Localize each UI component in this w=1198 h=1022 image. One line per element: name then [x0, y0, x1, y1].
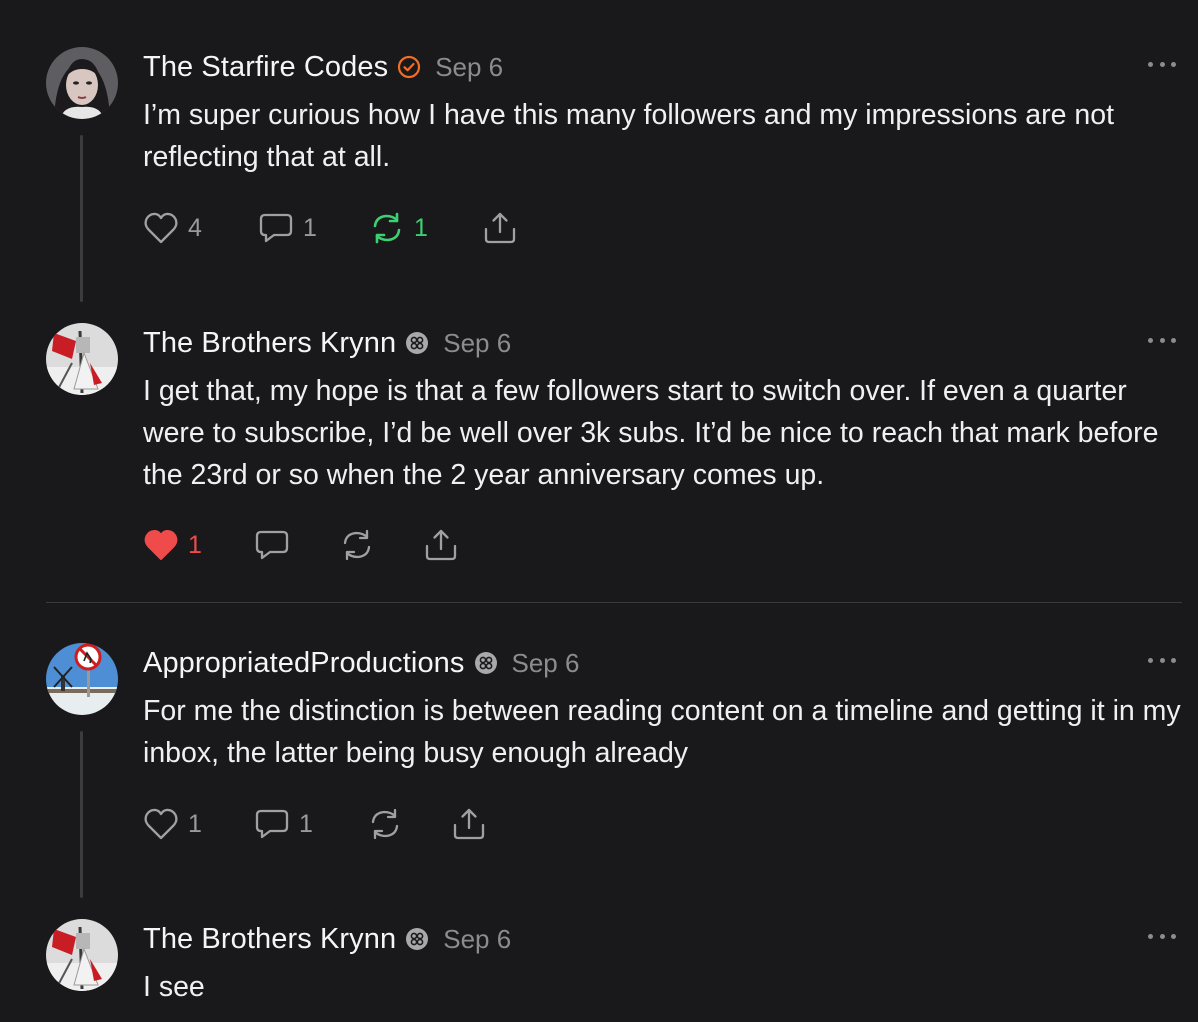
author-name[interactable]: AppropriatedProductions [143, 647, 465, 680]
like-button[interactable]: 1 [143, 527, 202, 563]
restack-icon [371, 808, 399, 840]
more-options-icon[interactable] [1148, 59, 1176, 69]
like-count: 1 [188, 530, 202, 559]
post-date[interactable]: Sep 6 [512, 648, 580, 679]
more-options-icon[interactable] [1148, 931, 1176, 941]
substack-badge-icon [405, 331, 429, 355]
avatar[interactable] [46, 643, 118, 715]
heart-filled-icon [144, 529, 178, 560]
thread-divider [46, 602, 1182, 603]
comment-button[interactable]: 1 [258, 210, 317, 246]
note-actions: 1 1 [143, 806, 843, 842]
share-icon [425, 529, 457, 561]
share-icon [484, 212, 516, 244]
author-name[interactable]: The Brothers Krynn [143, 327, 396, 360]
note-actions: 1 [143, 527, 843, 563]
more-options-icon[interactable] [1148, 335, 1176, 345]
note-header: The Brothers Krynn Sep 6 [143, 921, 511, 957]
restack-button[interactable] [339, 527, 375, 563]
more-options-icon[interactable] [1148, 655, 1176, 665]
restack-button[interactable]: 1 [369, 210, 428, 246]
substack-badge-icon [474, 651, 498, 675]
post-date[interactable]: Sep 6 [443, 328, 511, 359]
comment-button[interactable] [254, 527, 290, 563]
share-icon [453, 808, 485, 840]
restack-count: 1 [414, 213, 428, 242]
avatar[interactable] [46, 323, 118, 395]
author-name[interactable]: The Brothers Krynn [143, 923, 396, 956]
share-button[interactable] [423, 527, 459, 563]
note-actions: 4 1 1 [143, 210, 843, 246]
notes-feed: The Starfire Codes Sep 6 I’m super curio… [0, 0, 1198, 1022]
post-date[interactable]: Sep 6 [435, 52, 503, 83]
comment-button[interactable]: 1 [254, 806, 313, 842]
restack-button[interactable] [367, 806, 403, 842]
author-name[interactable]: The Starfire Codes [143, 51, 388, 84]
restack-icon [373, 212, 401, 244]
note-body: For me the distinction is between readin… [143, 695, 1181, 769]
like-button[interactable]: 1 [143, 806, 202, 842]
thread-line [80, 135, 83, 302]
thread-line [80, 731, 83, 898]
like-count: 1 [188, 809, 202, 838]
substack-badge-icon [405, 927, 429, 951]
verified-check-icon [397, 55, 421, 79]
note-body: I’m super curious how I have this many f… [143, 99, 1114, 173]
comment-count: 1 [299, 809, 313, 838]
note-body: I see [143, 971, 205, 1003]
comment-count: 1 [303, 213, 317, 242]
post-date[interactable]: Sep 6 [443, 924, 511, 955]
avatar[interactable] [46, 47, 118, 119]
avatar[interactable] [46, 919, 118, 991]
note-header: AppropriatedProductions Sep 6 [143, 645, 579, 681]
heart-icon [144, 212, 178, 244]
like-count: 4 [188, 213, 202, 242]
note-body: I get that, my hope is that a few follow… [143, 375, 1159, 491]
share-button[interactable] [482, 210, 518, 246]
comment-bubble-icon [255, 530, 289, 560]
comment-bubble-icon [255, 809, 289, 839]
share-button[interactable] [451, 806, 487, 842]
heart-icon [144, 808, 178, 840]
comment-bubble-icon [259, 213, 293, 243]
note-header: The Starfire Codes Sep 6 [143, 49, 503, 85]
like-button[interactable]: 4 [143, 210, 202, 246]
note-header: The Brothers Krynn Sep 6 [143, 325, 511, 361]
restack-icon [343, 529, 371, 561]
